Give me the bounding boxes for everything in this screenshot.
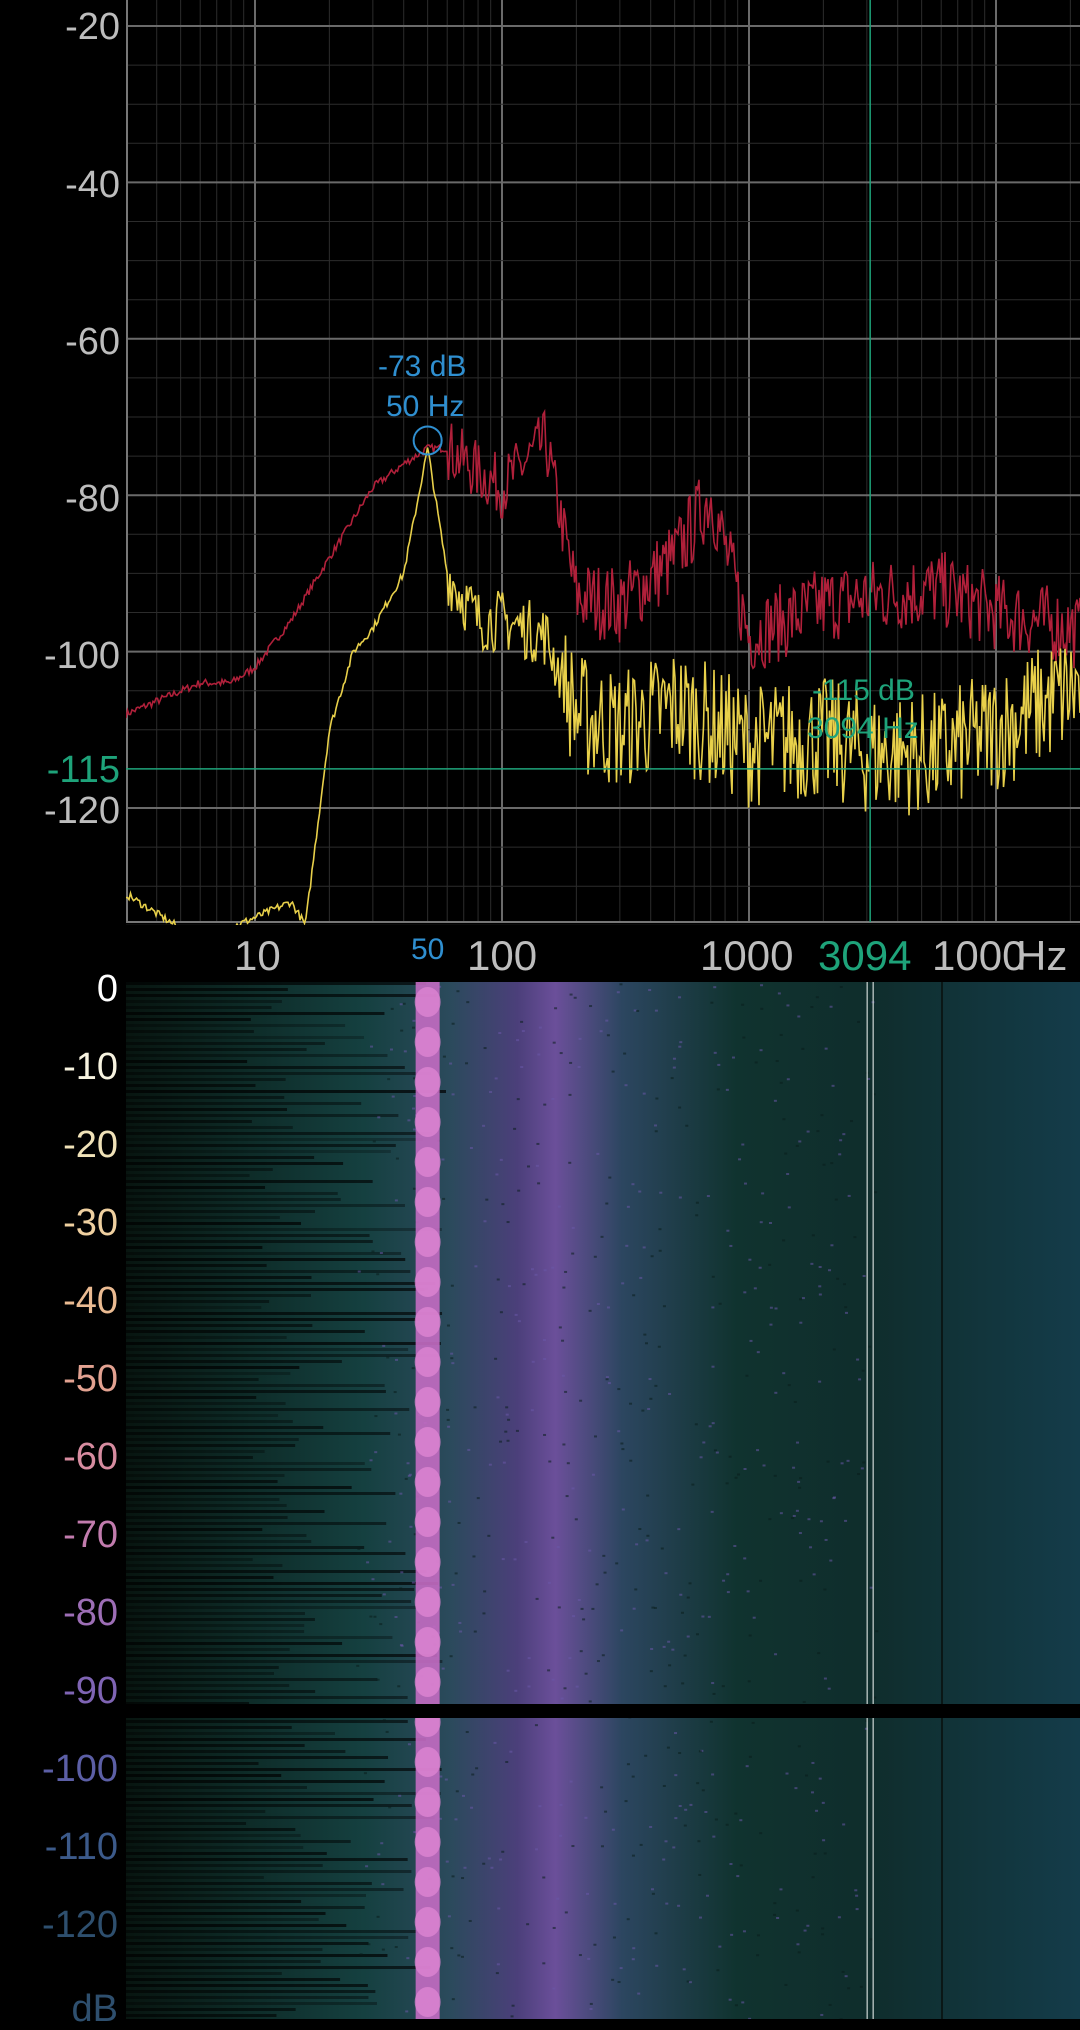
cursor-db-readout: -115: [46, 749, 120, 791]
x-axis-label: 10: [234, 932, 281, 979]
y-axis-label: -40: [65, 164, 120, 206]
spectrogram-label: -20: [63, 1124, 118, 1166]
spectrogram-label: -70: [63, 1514, 118, 1556]
cursor-hz-marker: 3094 Hz: [807, 712, 919, 745]
x-axis-label: 1000: [932, 932, 1026, 979]
y-axis-label: -20: [65, 6, 120, 48]
spectrogram-label: -30: [63, 1202, 118, 1244]
spectrogram-label: -50: [63, 1358, 118, 1400]
spectrogram-label: -60: [63, 1436, 118, 1478]
spectrogram-unit: dB: [71, 1988, 118, 2030]
cursor-hz-readout: 3094: [818, 932, 912, 979]
x-axis-label: 100: [467, 932, 538, 979]
peak-hz-readout: 50 Hz: [386, 390, 465, 423]
x-axis-unit: Hz: [1016, 932, 1068, 979]
spectrogram-label: -120: [41, 1904, 118, 1946]
spectrogram-label: 0: [96, 968, 118, 1010]
spectrogram-label: -10: [63, 1046, 118, 1088]
spectrogram-50hz-band: [415, 982, 440, 2019]
y-axis-label: -80: [65, 478, 120, 520]
spectrogram-label: -100: [41, 1748, 118, 1790]
peak-frequency-tick: 50: [411, 933, 445, 966]
spectrogram-label: -40: [63, 1280, 118, 1322]
spectrogram-label: -90: [63, 1670, 118, 1712]
cursor-db-marker: -115 dB: [812, 674, 915, 707]
spectrogram-label: -80: [63, 1592, 118, 1634]
spectrum-plot[interactable]: [126, 0, 1080, 925]
spectrogram-label: -110: [44, 1826, 118, 1868]
spectrogram-plot[interactable]: [126, 982, 1080, 2019]
spectrogram-gap: [126, 1704, 1080, 1718]
y-axis-label: -60: [65, 321, 120, 363]
peak-db-readout: -73 dB: [378, 350, 467, 383]
y-axis-label: -120: [43, 790, 120, 832]
y-axis-label: -100: [43, 635, 120, 677]
x-axis-label: 1000: [700, 932, 794, 979]
spectrum-analyzer-app: -20 -40 -60 -80 -100 -120 -115 10 100 10…: [0, 0, 1080, 2028]
